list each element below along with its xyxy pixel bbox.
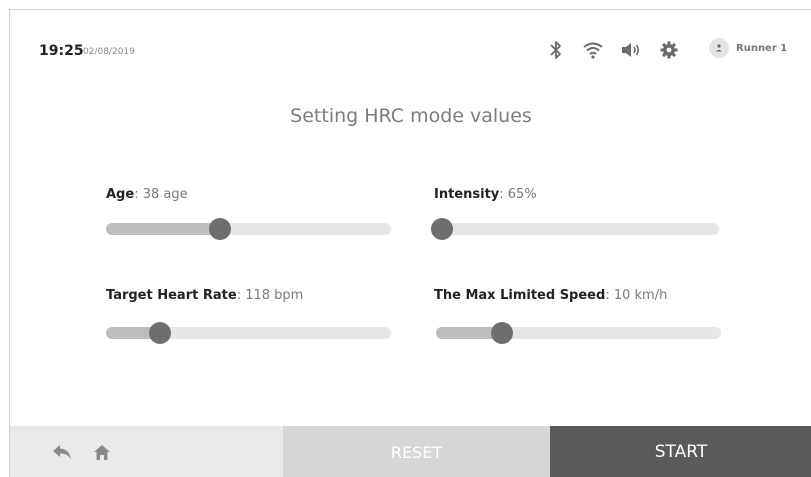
target-heart-rate-name: Target Heart Rate [106, 288, 237, 303]
max-speed-label: The Max Limited Speed: 10 km/h [434, 288, 667, 303]
max-speed-name: The Max Limited Speed [434, 288, 606, 303]
start-button[interactable]: START [550, 426, 811, 477]
max-speed-value: : 10 km/h [605, 288, 668, 303]
age-label: Age: 38 age [106, 187, 188, 202]
volume-icon[interactable] [619, 36, 643, 64]
gear-icon[interactable] [657, 36, 681, 64]
intensity-label: Intensity: 65% [434, 187, 537, 202]
back-icon[interactable] [50, 441, 74, 463]
home-icon[interactable] [90, 441, 114, 463]
max-speed-slider[interactable] [436, 322, 721, 344]
age-slider-thumb[interactable] [209, 218, 231, 240]
treadmill-screen: 19:25 02/08/2019 Runner 1 Setting HRC mo… [9, 9, 811, 477]
intensity-value: : 65% [499, 187, 537, 202]
intensity-slider-thumb[interactable] [431, 218, 453, 240]
age-name: Age [106, 187, 135, 202]
clock-time: 19:25 [39, 43, 84, 59]
page-title: Setting HRC mode values [290, 105, 532, 127]
age-slider-fill [106, 223, 220, 235]
intensity-name: Intensity [434, 187, 500, 202]
target-heart-rate-slider[interactable] [106, 322, 391, 344]
target-heart-rate-slider-thumb[interactable] [149, 322, 171, 344]
bluetooth-icon[interactable] [544, 36, 568, 64]
target-heart-rate-label: Target Heart Rate: 118 bpm [106, 288, 303, 303]
age-value: : 38 age [134, 187, 188, 202]
intensity-slider[interactable] [431, 218, 719, 240]
wifi-icon[interactable] [581, 36, 605, 64]
age-slider[interactable] [106, 218, 391, 240]
user-name[interactable]: Runner 1 [736, 43, 787, 54]
max-speed-slider-thumb[interactable] [491, 322, 513, 344]
clock-date: 02/08/2019 [83, 47, 135, 57]
user-icon[interactable] [709, 38, 729, 58]
reset-button[interactable]: RESET [283, 426, 550, 477]
target-heart-rate-value: : 118 bpm [236, 288, 304, 303]
